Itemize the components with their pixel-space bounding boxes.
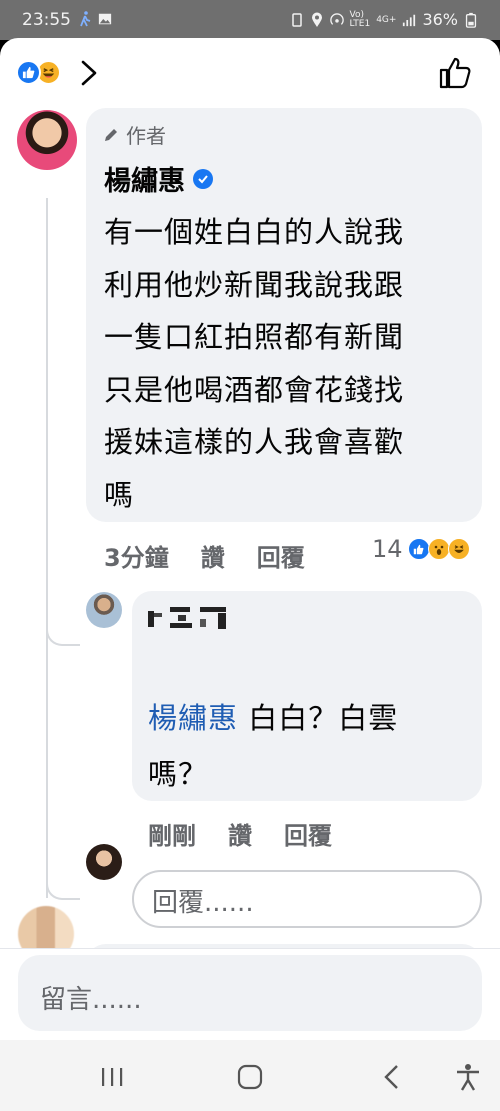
hotspot-icon: [329, 12, 344, 25]
reply-button[interactable]: 回覆: [284, 816, 332, 851]
author-name[interactable]: 楊繡惠: [104, 159, 185, 198]
thumbs-up-icon[interactable]: [438, 56, 472, 90]
wow-icon: [427, 538, 450, 560]
comment-line: 只是他喝酒都會花錢找: [104, 372, 405, 407]
like-button[interactable]: 讚: [228, 816, 252, 851]
comment-line: 援妹這樣的人我會喜歡: [104, 425, 405, 459]
chevron-right-icon[interactable]: [76, 58, 102, 88]
haha-icon: [447, 538, 470, 560]
like-icon: [407, 538, 430, 560]
comment-line: 有一個姓白白的人說我: [104, 215, 405, 249]
reply-button[interactable]: 回覆: [257, 538, 305, 573]
verified-badge-icon: [193, 168, 213, 189]
location-icon: [311, 12, 322, 27]
comment-input[interactable]: 留言......: [18, 955, 482, 1031]
thread-line: [46, 198, 48, 898]
home-icon[interactable]: [230, 1060, 270, 1094]
comment-text: 有一個姓白白的人說我 利用他炒新聞我說我跟 一隻口紅拍照都有新聞 只是他喝酒都會…: [104, 206, 464, 521]
vibrate-icon: [291, 12, 302, 27]
accessibility-icon[interactable]: [448, 1060, 488, 1094]
recents-icon[interactable]: [92, 1060, 132, 1094]
pencil-icon: [105, 128, 117, 141]
back-icon[interactable]: [372, 1060, 412, 1094]
like-button[interactable]: 讚: [201, 538, 225, 573]
volte-label: Vo) LTE1: [349, 9, 371, 29]
self-avatar: [86, 844, 122, 880]
network-type: 4G+: [376, 14, 397, 25]
comment-line: 嗎: [104, 477, 135, 512]
comment-actions: 3分鐘 讚 回覆: [104, 538, 305, 573]
system-nav-bar: [0, 1040, 500, 1111]
reaction-count[interactable]: 14: [372, 535, 470, 563]
reply-text-line: 嗎？: [148, 757, 209, 791]
reply-text-line: 白白？白雲: [238, 701, 399, 735]
walking-icon: [80, 11, 91, 27]
reaction-count-number: 14: [372, 535, 403, 563]
mention-link[interactable]: 楊繡惠: [148, 701, 238, 735]
comments-sheet: 作者 楊繡惠 有一個姓白白的人說我 利用他炒新聞我說我跟 一隻口紅拍照都有新聞 …: [0, 38, 500, 1040]
reply-text: 楊繡惠 白白？白雲 嗎？: [148, 690, 468, 802]
replier-avatar[interactable]: [86, 592, 122, 628]
comment-line: 一隻口紅拍照都有新聞: [104, 320, 405, 354]
signal-icon: [403, 14, 416, 26]
reply-input[interactable]: 回覆......: [132, 870, 482, 928]
reactions-header: [0, 38, 500, 104]
gallery-icon: [98, 13, 112, 25]
reply-connector: [46, 616, 80, 646]
redacted-name: [148, 607, 226, 629]
status-time: 23:55: [22, 10, 71, 30]
reply-actions: 剛剛 讚 回覆: [148, 816, 332, 851]
like-icon: [16, 60, 41, 85]
reply-connector: [46, 870, 80, 900]
reactions-summary[interactable]: [16, 60, 72, 86]
battery-icon: [465, 12, 477, 28]
author-avatar[interactable]: [17, 110, 77, 170]
status-bar: 23:55 Vo) LTE1 4G+ 36%: [0, 0, 500, 40]
author-tag-label: 作者: [126, 124, 166, 148]
author-badge: 作者: [102, 120, 166, 149]
comment-line: 利用他炒新聞我說我跟: [104, 267, 405, 302]
battery-percent: 36%: [422, 10, 458, 29]
comment-time: 3分鐘: [104, 544, 169, 572]
reply-time: 剛剛: [148, 822, 196, 850]
author-name-row: 楊繡惠: [104, 159, 213, 198]
